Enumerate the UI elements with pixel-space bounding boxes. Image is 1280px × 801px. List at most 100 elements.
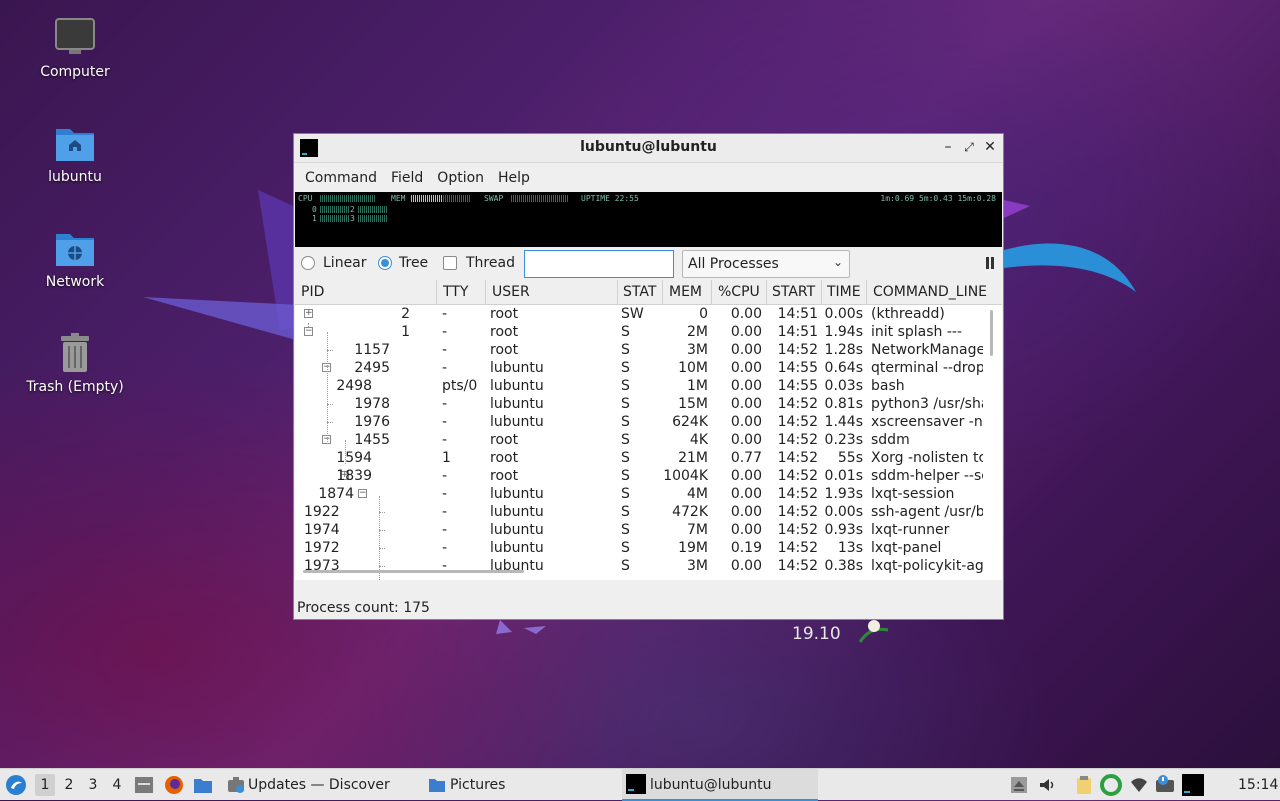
maximize-button[interactable]: ⤢ xyxy=(960,138,978,156)
pid-cell: 1972 xyxy=(304,540,340,556)
user-cell: root xyxy=(490,306,519,322)
minimize-button[interactable]: – xyxy=(939,138,957,156)
table-row[interactable]: 1976 - lubuntu S 624K 0.00 14:52 1.44s x… xyxy=(295,413,983,431)
table-row[interactable]: 2498 pts/0 lubuntu S 1M 0.00 14:55 0.03s… xyxy=(295,377,983,395)
table-row[interactable]: 1972 - lubuntu S 19M 0.19 14:52 13s lxqt… xyxy=(295,539,983,557)
cpu-core-bar xyxy=(358,215,388,222)
user-cell: root xyxy=(490,324,519,340)
user-cell: lubuntu xyxy=(490,486,544,502)
collapse-icon[interactable]: − xyxy=(304,327,313,336)
start-menu-icon[interactable] xyxy=(5,774,27,796)
table-row[interactable]: − 2495 - lubuntu S 10M 0.00 14:55 0.64s … xyxy=(295,359,983,377)
table-row[interactable]: + 1839 - root S 1004K 0.00 14:52 0.01s s… xyxy=(295,467,983,485)
stat-cell: SW xyxy=(621,306,644,322)
menu-help[interactable]: Help xyxy=(491,166,537,190)
time-cell: 1.93s xyxy=(824,486,863,502)
pause-button[interactable] xyxy=(985,257,995,269)
expand-icon[interactable]: + xyxy=(304,309,313,318)
mem-cell: 472K xyxy=(672,504,708,520)
start-cell: 14:52 xyxy=(777,522,818,538)
workspace-1[interactable]: 1 xyxy=(35,774,55,796)
terminal-tray-icon[interactable] xyxy=(1182,774,1204,796)
desktop-icon-network[interactable]: Network xyxy=(20,226,130,290)
user-cell: root xyxy=(490,450,519,466)
cpu-cell: 0.00 xyxy=(730,396,762,412)
column-header-cpu[interactable]: %CPU xyxy=(718,284,760,300)
horizontal-scrollbar[interactable] xyxy=(303,570,524,573)
command-cell: xscreensaver -no xyxy=(871,414,983,430)
firefox-icon[interactable] xyxy=(164,775,184,795)
stat-cell: S xyxy=(621,396,630,412)
table-row[interactable]: + 2 - root SW 0 0.00 14:51 0.00s (kthrea… xyxy=(295,305,983,323)
pid-cell: 1976 xyxy=(354,414,390,430)
linear-label[interactable]: Linear xyxy=(323,255,367,271)
start-cell: 14:52 xyxy=(777,432,818,448)
menu-field[interactable]: Field xyxy=(384,166,430,190)
task-pictures[interactable]: Pictures xyxy=(426,769,606,801)
window-titlebar[interactable]: lubuntu@lubuntu – ⤢ ✕ xyxy=(294,134,1003,163)
volume-icon[interactable] xyxy=(1038,776,1056,794)
file-manager-launcher-icon[interactable] xyxy=(134,775,154,795)
stat-cell: S xyxy=(621,360,630,376)
column-header-tty[interactable]: TTY xyxy=(443,284,468,300)
vertical-scrollbar[interactable] xyxy=(990,310,993,356)
column-header-start[interactable]: START xyxy=(772,284,815,300)
table-row[interactable]: 1974 - lubuntu S 7M 0.00 14:52 0.93s lxq… xyxy=(295,521,983,539)
column-header-user[interactable]: USER xyxy=(492,284,530,300)
column-header-command[interactable]: COMMAND_LINE xyxy=(873,284,987,300)
table-row[interactable]: 1978 - lubuntu S 15M 0.00 14:52 0.81s py… xyxy=(295,395,983,413)
folder-launcher-icon[interactable] xyxy=(193,775,213,795)
tree-radio[interactable] xyxy=(378,256,392,270)
column-header-stat[interactable]: STAT xyxy=(623,284,656,300)
status-ring-icon[interactable] xyxy=(1100,774,1122,796)
command-cell: python3 /usr/sha xyxy=(871,396,983,412)
thread-label[interactable]: Thread xyxy=(466,255,515,271)
menu-command[interactable]: Command xyxy=(298,166,384,190)
process-filter-select[interactable]: All Processes ⌄ xyxy=(682,250,850,278)
start-cell: 14:52 xyxy=(777,486,818,502)
thread-checkbox[interactable] xyxy=(443,256,457,270)
desktop-icon-computer[interactable]: Computer xyxy=(20,16,130,80)
user-cell: lubuntu xyxy=(490,540,544,556)
column-header-time[interactable]: TIME xyxy=(827,284,861,300)
table-row[interactable]: − 1874 - lubuntu S 4M 0.00 14:52 1.93s l… xyxy=(295,485,983,503)
tree-label[interactable]: Tree xyxy=(399,255,428,271)
collapse-icon[interactable]: − xyxy=(358,489,367,498)
task-terminal[interactable]: lubuntu@lubuntu xyxy=(622,769,818,801)
start-cell: 14:51 xyxy=(777,324,818,340)
table-row[interactable]: 1594 1 root S 21M 0.77 14:52 55s Xorg -n… xyxy=(295,449,983,467)
table-row[interactable]: 1922 - lubuntu S 472K 0.00 14:52 0.00s s… xyxy=(295,503,983,521)
menu-option[interactable]: Option xyxy=(430,166,491,190)
stat-cell: S xyxy=(621,558,630,574)
clock[interactable]: 15:14 xyxy=(1238,769,1278,801)
close-button[interactable]: ✕ xyxy=(981,138,999,156)
cpu-cell: 0.19 xyxy=(730,540,762,556)
linear-radio[interactable] xyxy=(301,256,315,270)
clipboard-icon[interactable] xyxy=(1074,775,1094,795)
table-row[interactable]: − 1455 - root S 4K 0.00 14:52 0.23s sddm xyxy=(295,431,983,449)
desktop-icon-lubuntu[interactable]: lubuntu xyxy=(20,121,130,185)
workspace-4[interactable]: 4 xyxy=(107,774,127,796)
command-cell: sddm-helper --sc xyxy=(871,468,983,484)
table-row[interactable]: 1157 - root S 3M 0.00 14:52 1.28s Networ… xyxy=(295,341,983,359)
workspace-2[interactable]: 2 xyxy=(59,774,79,796)
stat-cell: S xyxy=(621,414,630,430)
cpu-core-label: 3 xyxy=(350,214,355,223)
mem-cell: 1M xyxy=(687,378,708,394)
eject-icon[interactable] xyxy=(1010,776,1028,794)
pid-cell: 1874 xyxy=(318,486,354,502)
workspace-3[interactable]: 3 xyxy=(83,774,103,796)
wifi-icon[interactable] xyxy=(1130,776,1148,794)
user-cell: lubuntu xyxy=(490,414,544,430)
cpu-cell: 0.00 xyxy=(730,378,762,394)
process-search-input[interactable] xyxy=(524,250,674,278)
command-cell: Xorg -nolisten tc xyxy=(871,450,983,466)
update-notifier-icon[interactable] xyxy=(1154,774,1176,796)
pid-cell: 1922 xyxy=(304,504,340,520)
column-header-pid[interactable]: PID xyxy=(301,284,324,300)
table-row[interactable]: − 1 - root S 2M 0.00 14:51 1.94s init sp… xyxy=(295,323,983,341)
stat-cell: S xyxy=(621,540,630,556)
task-discover[interactable]: Updates — Discover xyxy=(224,769,414,801)
column-header-mem[interactable]: MEM xyxy=(669,284,702,300)
desktop-icon-trash[interactable]: Trash (Empty) xyxy=(20,331,130,395)
